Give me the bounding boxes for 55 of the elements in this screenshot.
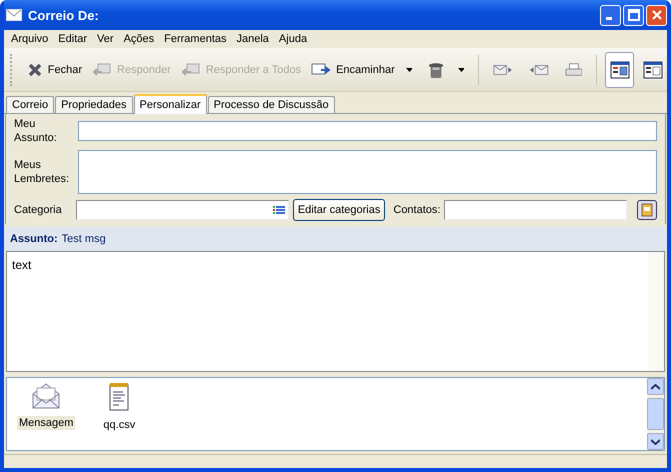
scrollbar[interactable]	[648, 252, 664, 371]
message-body[interactable]: text	[6, 251, 665, 372]
menu-item[interactable]: Ferramentas	[159, 33, 232, 45]
edit-categories-button[interactable]: Editar categorias	[292, 199, 386, 221]
next-message-icon[interactable]	[493, 62, 513, 76]
address-book-icon	[641, 203, 654, 217]
address-book-button[interactable]	[637, 200, 657, 220]
subject-value: Test msg	[62, 233, 106, 245]
minimize-button[interactable]	[600, 4, 621, 26]
dropdown-arrow-icon[interactable]	[458, 68, 464, 72]
scrollbar[interactable]	[647, 378, 664, 450]
menu-item[interactable]: Ver	[92, 33, 119, 45]
notepad-icon[interactable]	[108, 382, 130, 412]
forward-mail-icon	[311, 62, 332, 78]
envelope-icon[interactable]	[31, 382, 62, 410]
tab[interactable]: Processo de Discussão	[208, 96, 335, 113]
toolbar-button[interactable]: Fechar	[24, 60, 86, 80]
reply-mail-icon	[180, 62, 201, 78]
dropdown-arrow-icon[interactable]	[406, 68, 412, 72]
toolbar-button[interactable]: Encaminhar	[308, 60, 398, 80]
contacts-input-field[interactable]	[444, 200, 628, 220]
reminders-input-field[interactable]	[78, 150, 657, 194]
maximize-icon	[628, 9, 640, 21]
printer-icon[interactable]	[564, 62, 582, 78]
reply-mail-icon	[92, 62, 112, 78]
field-label: Meus Lembretes:	[14, 158, 70, 186]
close-icon	[26, 62, 43, 78]
window-title: Correio De:	[28, 8, 99, 22]
tab[interactable]: Correio	[6, 96, 54, 113]
menu-item[interactable]: Janela	[232, 33, 274, 45]
maximize-button[interactable]	[623, 4, 644, 26]
field-label: Contatos:	[393, 204, 440, 216]
body-text: text	[12, 258, 32, 272]
envelope-icon	[6, 9, 22, 21]
field-label: Meu Assunto:	[14, 117, 58, 145]
close-button[interactable]	[646, 4, 667, 26]
attachment-name[interactable]: Mensagem	[17, 416, 76, 430]
list-icon[interactable]	[272, 205, 285, 215]
subject-label: Assunto:	[10, 233, 58, 245]
field-label: Categoria	[14, 204, 63, 216]
window-layout-icon	[610, 60, 630, 78]
subject-input-field[interactable]	[78, 121, 657, 141]
menu-item[interactable]: Editar	[53, 33, 92, 45]
close-icon	[650, 9, 662, 21]
tab[interactable]: Propriedades	[55, 96, 133, 113]
minimize-icon	[606, 17, 612, 20]
attachment-name[interactable]: qq.csv	[101, 418, 138, 432]
window-layout-icon	[642, 60, 663, 78]
menu-item[interactable]: Ajuda	[274, 33, 312, 45]
view-layout-button[interactable]	[605, 52, 634, 88]
category-input-field[interactable]	[76, 200, 289, 220]
menu-item[interactable]: Arquivo	[6, 33, 54, 45]
previous-message-icon[interactable]	[528, 62, 549, 76]
tab[interactable]: Personalizar	[134, 94, 207, 114]
menu-item[interactable]: Ações	[118, 33, 160, 45]
